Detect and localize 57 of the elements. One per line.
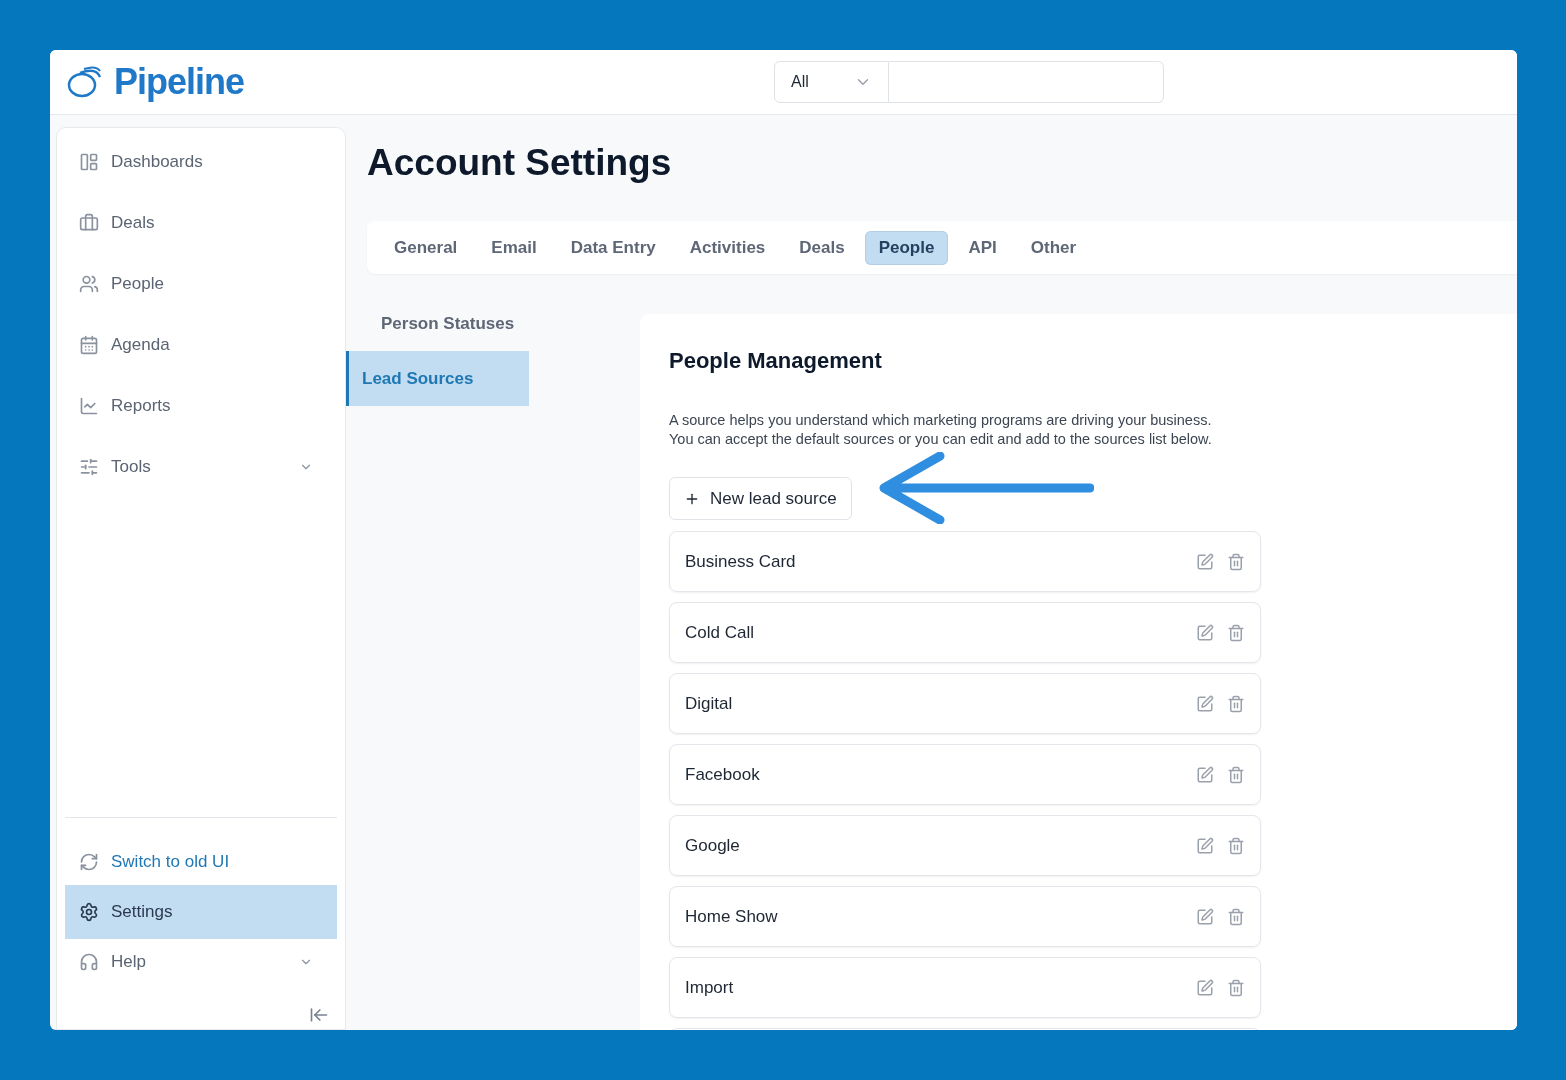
subnav-item[interactable]: Lead Sources — [346, 351, 529, 406]
edit-icon[interactable] — [1196, 765, 1214, 784]
edit-icon[interactable] — [1196, 836, 1214, 855]
description-text: A source helps you understand which marketing programs are driving your business. — [669, 411, 1213, 430]
tab[interactable]: People — [864, 230, 949, 265]
dashboard-icon — [79, 152, 99, 172]
settings-icon — [79, 902, 99, 922]
scope-dropdown[interactable]: All — [774, 61, 889, 103]
edit-icon[interactable] — [1196, 907, 1214, 926]
tab[interactable]: Other — [1016, 230, 1091, 265]
new-lead-source-button[interactable]: New lead source — [669, 477, 852, 520]
edit-icon[interactable] — [1196, 694, 1214, 713]
subnav-item[interactable]: Person Statuses — [346, 296, 529, 351]
sidebar-item[interactable]: People — [65, 257, 337, 311]
tab[interactable]: General — [380, 230, 472, 265]
tab[interactable]: Data Entry — [556, 230, 670, 265]
lead-source-row: Import — [669, 957, 1261, 1018]
tab[interactable]: Deals — [785, 230, 859, 265]
tab[interactable]: Email — [477, 230, 551, 265]
tab[interactable]: API — [954, 230, 1011, 265]
lead-source-row: Google — [669, 815, 1261, 876]
lead-source-row: Cold Call — [669, 602, 1261, 663]
lead-source-row: Digital — [669, 673, 1261, 734]
delete-icon[interactable] — [1227, 836, 1245, 855]
sidebar-item[interactable]: Dashboards — [65, 135, 337, 189]
page-title: Account Settings — [367, 141, 673, 185]
briefcase-icon — [79, 213, 99, 233]
calendar-icon — [79, 335, 99, 355]
sliders-icon — [79, 457, 99, 477]
edit-icon[interactable] — [1196, 623, 1214, 642]
sidebar-item[interactable]: Reports — [65, 379, 337, 433]
brand-name: Pipeline — [114, 60, 245, 104]
delete-icon[interactable] — [1227, 623, 1245, 642]
chart-icon — [79, 396, 99, 416]
refresh-icon — [79, 852, 99, 872]
lead-source-row: Facebook — [669, 744, 1261, 805]
sidebar-item[interactable]: Settings — [65, 885, 337, 939]
delete-icon[interactable] — [1227, 978, 1245, 997]
delete-icon[interactable] — [1227, 765, 1245, 784]
panel-title: People Management — [669, 347, 883, 375]
lead-source-row: Business Card — [669, 531, 1261, 592]
logo-icon — [66, 65, 102, 99]
delete-icon[interactable] — [1227, 552, 1245, 571]
description-text: You can accept the default sources or you can edit and add to the sources list below. — [669, 430, 1213, 449]
edit-icon[interactable] — [1196, 978, 1214, 997]
lead-source-row: Home Show — [669, 886, 1261, 947]
people-icon — [79, 274, 99, 294]
collapse-icon[interactable] — [309, 1005, 329, 1025]
sidebar-item[interactable]: Deals — [65, 196, 337, 250]
edit-icon[interactable] — [1196, 552, 1214, 571]
tab[interactable]: Activities — [675, 230, 780, 265]
sidebar-item[interactable]: Tools — [65, 440, 337, 494]
search-field[interactable] — [889, 61, 1164, 103]
delete-icon[interactable] — [1227, 694, 1245, 713]
delete-icon[interactable] — [1227, 907, 1245, 926]
sidebar-item[interactable]: Agenda — [65, 318, 337, 372]
headphones-icon — [79, 952, 99, 972]
